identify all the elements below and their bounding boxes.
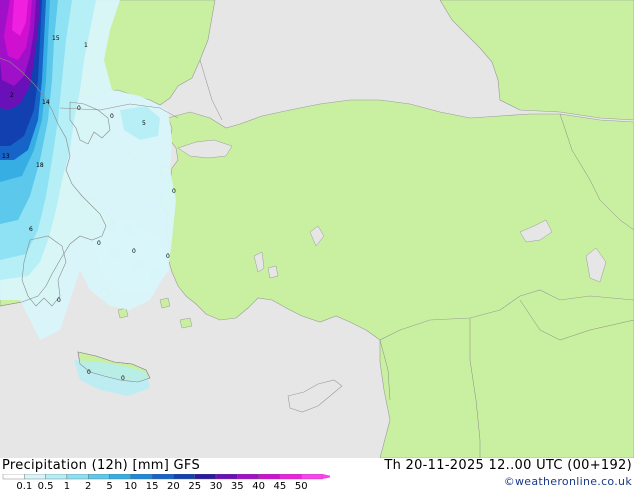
scale-cell	[237, 474, 259, 480]
scale-cell	[258, 474, 281, 480]
legend-title: Precipitation (12h) [mm] GFS	[2, 458, 201, 473]
map-label: 0	[166, 253, 170, 260]
map-label: 1	[84, 42, 88, 49]
map-label: 0	[97, 240, 101, 247]
scale-label: 20	[167, 481, 180, 490]
scale-arrow	[322, 474, 330, 479]
scale-cell	[2, 474, 25, 480]
scale-cell	[194, 474, 217, 480]
map-label: 2	[10, 92, 14, 99]
map-label: 5	[142, 120, 146, 127]
scale-label: 2	[85, 481, 91, 490]
map-label: 0	[121, 375, 125, 382]
map-label: 14	[42, 99, 50, 106]
scale-cell	[130, 474, 153, 480]
scale-label: 0.1	[16, 481, 32, 490]
scale-cell	[173, 474, 195, 480]
scale-label: 40	[252, 481, 265, 490]
scale-cell	[66, 474, 89, 480]
scale-label: 25	[188, 481, 201, 490]
scale-cell	[151, 474, 174, 480]
map-label: 0	[132, 248, 136, 255]
scale-cell	[215, 474, 238, 480]
scale-label: 0.5	[38, 481, 54, 490]
map-label: 6	[29, 226, 33, 233]
map-label: 0	[110, 113, 114, 120]
scale-label: 1	[64, 481, 70, 490]
credit-link[interactable]: ©weatheronline.co.uk	[504, 475, 632, 488]
map-label: 0	[172, 188, 176, 195]
map-page: 15 1 2 14 0 0 5 13 18 0 6 0 0 0 0 0 0 Pr…	[0, 0, 634, 490]
scale-cell	[301, 474, 323, 480]
map-label: 0	[57, 297, 61, 304]
scale-label: 45	[274, 481, 287, 490]
scale-label: 50	[295, 481, 308, 490]
scale-label: 10	[124, 481, 137, 490]
scale-cell	[87, 474, 110, 480]
scale-label: 35	[231, 481, 244, 490]
map-label: 0	[87, 369, 91, 376]
map-label: 0	[77, 105, 81, 112]
map-label: 15	[52, 35, 60, 42]
scale-label: 15	[146, 481, 159, 490]
map-label: 13	[2, 153, 10, 160]
scale-cell	[24, 474, 46, 480]
map-label: 18	[36, 162, 44, 169]
valid-time: Th 20-11-2025 12..00 UTC (00+192)	[384, 458, 632, 473]
scale-cell	[109, 474, 131, 480]
scale-cell	[279, 474, 302, 480]
precipitation-map: 15 1 2 14 0 0 5 13 18 0 6 0 0 0 0 0 0	[0, 0, 634, 458]
scale-label: 30	[210, 481, 223, 490]
color-scale: 0.1 0.5 1 2 5 10 15 20 25 30 35 40 45 50	[2, 474, 330, 490]
scale-label: 5	[106, 481, 112, 490]
legend-bar: Precipitation (12h) [mm] GFS Th 20-11-20…	[0, 458, 634, 490]
scale-cell	[45, 474, 68, 480]
